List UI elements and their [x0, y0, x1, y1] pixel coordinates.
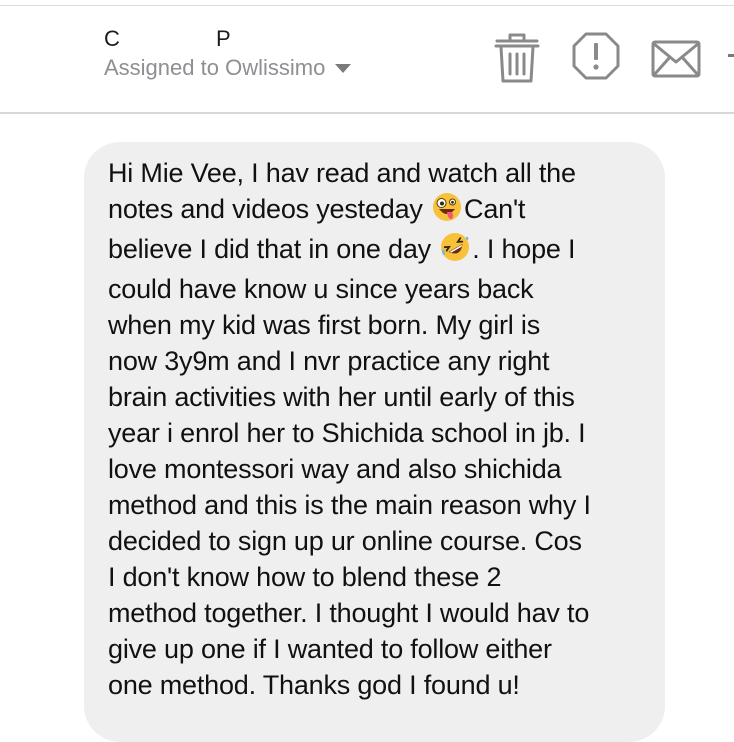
chevron-down-icon[interactable]: [335, 63, 352, 73]
assignee-dropdown[interactable]: Assigned to Owlissimo: [104, 55, 352, 81]
rolling-on-floor-laughing-icon: [440, 232, 470, 271]
contact-initial-first: C: [104, 26, 120, 51]
overflow-indicator: [728, 54, 734, 57]
assignee-label: Assigned to Owlissimo: [104, 55, 326, 80]
message-bubble: Hi Mie Vee, I hav read and watch all the…: [84, 142, 665, 742]
trash-icon[interactable]: [494, 31, 540, 90]
message-text-part-3: . I hope I could have know u since years…: [108, 234, 591, 700]
report-spam-icon[interactable]: [571, 31, 621, 86]
header-divider: [0, 112, 734, 114]
contact-initial-last: P: [216, 26, 231, 51]
message-text: Hi Mie Vee, I hav read and watch all the…: [108, 155, 647, 703]
conversation-header: C P Assigned to Owlissimo: [0, 6, 734, 112]
mail-icon[interactable]: [651, 40, 701, 83]
zany-face-icon: [432, 192, 462, 231]
